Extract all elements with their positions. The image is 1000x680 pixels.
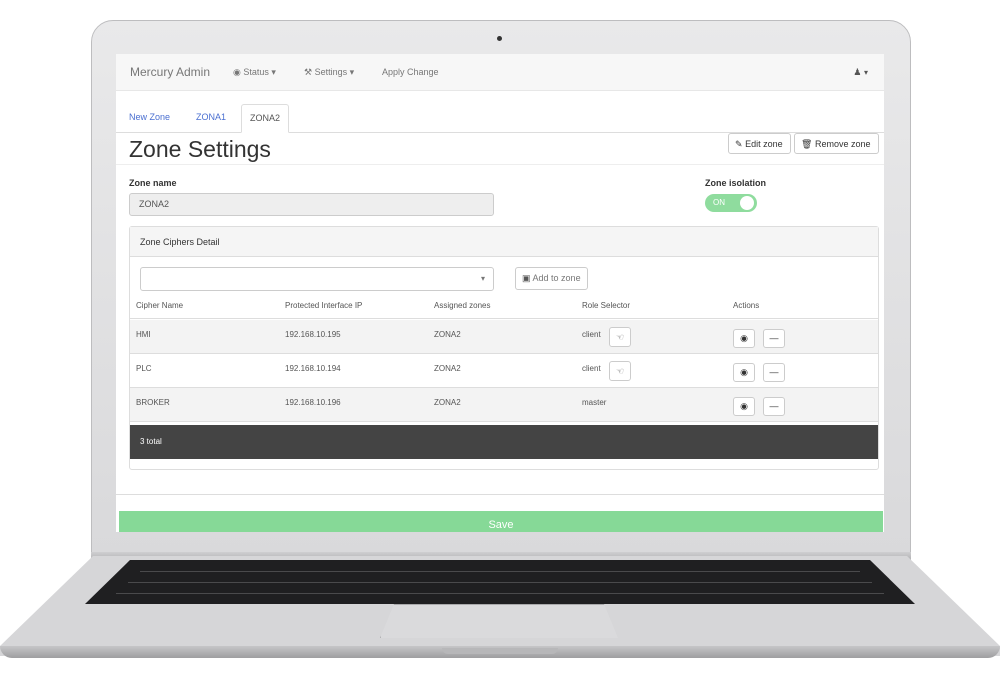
table-footer: 3 total: [130, 425, 878, 459]
zones-cell: ZONA2: [434, 364, 461, 373]
view-button[interactable]: ◉: [733, 397, 755, 416]
cipher-name-cell: PLC: [136, 364, 152, 373]
divider: [116, 494, 884, 495]
laptop-trackpad: [380, 604, 618, 638]
tab-zona2[interactable]: ZONA2: [241, 104, 290, 133]
add-to-zone-button[interactable]: ▣ Add to zone: [515, 267, 588, 290]
zone-tabs: New Zone ZONA1 ZONA2: [116, 104, 884, 133]
dashboard-icon: ◉: [233, 67, 241, 77]
table-row: HMI 192.168.10.195 ZONA2 client ☜ ◉ —: [130, 320, 878, 354]
role-selector-button[interactable]: ☜: [609, 361, 631, 381]
view-button[interactable]: ◉: [733, 363, 755, 382]
key-row: [116, 593, 884, 594]
user-menu[interactable]: ♟ ▾: [853, 67, 868, 78]
remove-cipher-button[interactable]: —: [763, 397, 785, 416]
eye-icon: ◉: [740, 401, 748, 411]
total-count: 3 total: [140, 437, 162, 446]
plus-square-icon: ▣: [522, 273, 531, 283]
settings-menu[interactable]: ⚒ Settings ▾: [304, 67, 354, 78]
save-button[interactable]: Save: [119, 511, 883, 532]
cipher-name-cell: BROKER: [136, 398, 170, 407]
column-header-cipher-name: Cipher Name: [136, 301, 184, 310]
caret-down-icon: ▾: [863, 68, 868, 77]
table-row: PLC 192.168.10.194 ZONA2 client ☜ ◉ —: [130, 354, 878, 388]
status-menu[interactable]: ◉ Status ▾: [233, 67, 276, 78]
camera-dot: [497, 36, 502, 41]
edit-zone-button[interactable]: ✎ Edit zone: [728, 133, 791, 154]
cipher-select[interactable]: ▾: [140, 267, 494, 291]
top-navbar: Mercury Admin ◉ Status ▾ ⚒ Settings ▾ Ap…: [116, 54, 884, 91]
page-title: Zone Settings: [129, 136, 271, 162]
minus-icon: —: [769, 333, 779, 343]
zone-name-field[interactable]: ZONA2: [129, 193, 494, 216]
key-row: [140, 571, 860, 572]
remove-zone-button[interactable]: 🗑 Remove zone: [794, 133, 879, 154]
brand-link[interactable]: Mercury Admin: [130, 65, 210, 79]
tab-zona1[interactable]: ZONA1: [188, 104, 234, 131]
add-to-zone-label: Add to zone: [532, 273, 581, 283]
app-screen: Mercury Admin ◉ Status ▾ ⚒ Settings ▾ Ap…: [116, 54, 884, 532]
zone-isolation-label: Zone isolation: [705, 178, 767, 188]
column-header-actions: Actions: [733, 301, 760, 310]
status-menu-label: Status: [243, 67, 269, 77]
apply-change-link[interactable]: Apply Change: [382, 67, 439, 77]
edit-zone-label: Edit zone: [745, 139, 783, 149]
role-selector-button[interactable]: ☜: [609, 327, 631, 347]
eye-icon: ◉: [740, 367, 748, 377]
column-header-role: Role Selector: [582, 301, 631, 310]
zone-isolation-toggle[interactable]: ON: [705, 194, 757, 212]
cipher-name-cell: HMI: [136, 330, 151, 339]
caret-down-icon: ▾: [271, 67, 276, 77]
table-row: BROKER 192.168.10.196 ZONA2 master ◉ —: [130, 388, 878, 422]
column-header-zones: Assigned zones: [434, 301, 491, 310]
remove-cipher-button[interactable]: —: [763, 329, 785, 348]
toggle-state-label: ON: [713, 198, 725, 207]
role-cell: master: [582, 398, 607, 407]
ip-cell: 192.168.10.196: [285, 398, 341, 407]
minus-icon: —: [769, 401, 779, 411]
pencil-icon: ✎: [735, 139, 743, 149]
caret-down-icon: ▾: [349, 67, 355, 77]
user-icon: ♟: [853, 67, 862, 77]
column-header-ip: Protected Interface IP: [285, 301, 363, 310]
zones-cell: ZONA2: [434, 398, 461, 407]
role-cell: client: [582, 330, 601, 339]
eye-icon: ◉: [740, 333, 748, 343]
ip-cell: 192.168.10.194: [285, 364, 341, 373]
key-row: [128, 582, 872, 583]
panel-title: Zone Ciphers Detail: [130, 227, 878, 257]
zones-cell: ZONA2: [434, 330, 461, 339]
minus-icon: —: [769, 367, 779, 377]
remove-zone-label: Remove zone: [814, 139, 871, 149]
role-cell: client: [582, 364, 601, 373]
trash-icon: 🗑: [801, 139, 813, 149]
remove-cipher-button[interactable]: —: [763, 363, 785, 382]
laptop-keyboard: [85, 560, 915, 604]
tab-new-zone[interactable]: New Zone: [121, 104, 178, 131]
ciphers-panel: Zone Ciphers Detail ▾ ▣ Add to zone Ciph…: [129, 226, 879, 470]
toggle-knob: [740, 196, 754, 210]
ip-cell: 192.168.10.195: [285, 330, 341, 339]
divider: [116, 164, 884, 165]
zone-name-label: Zone name: [129, 178, 177, 188]
laptop-notch: [442, 648, 558, 654]
view-button[interactable]: ◉: [733, 329, 755, 348]
settings-menu-label: Settings: [314, 67, 348, 77]
table-header-rule: [130, 318, 878, 319]
wrench-icon: ⚒: [304, 67, 313, 77]
caret-down-icon: ▾: [480, 274, 485, 283]
